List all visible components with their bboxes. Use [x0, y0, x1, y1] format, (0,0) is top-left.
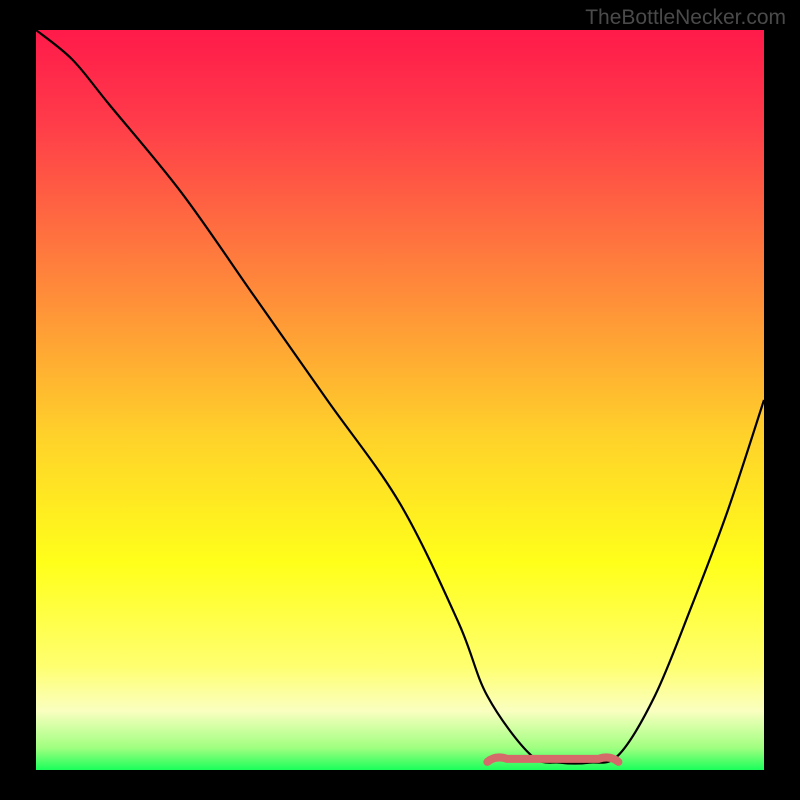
plot-area: [36, 30, 764, 770]
watermark-text: TheBottleNecker.com: [585, 6, 786, 30]
bottleneck-curve: [36, 30, 764, 770]
